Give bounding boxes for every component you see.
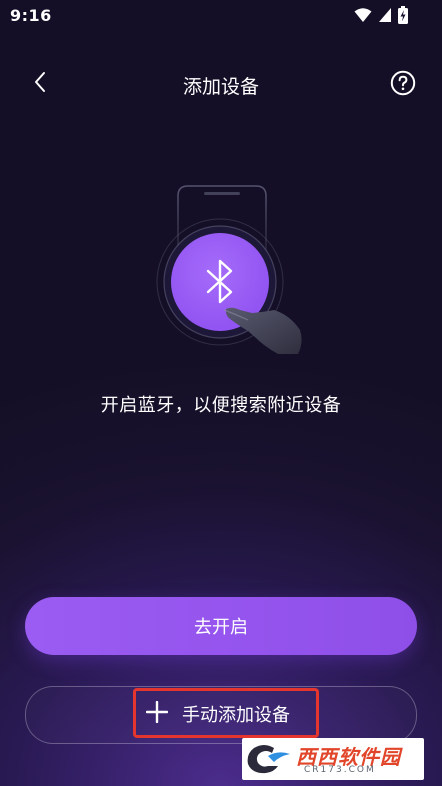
app-header: 添加设备 <box>0 62 442 106</box>
status-bar: 9:16 <box>0 0 442 34</box>
enable-bluetooth-button[interactable]: 去开启 <box>25 597 417 655</box>
plus-icon <box>145 700 169 728</box>
cellular-signal-icon <box>378 7 392 23</box>
help-button[interactable] <box>386 68 420 102</box>
battery-charging-icon <box>398 6 408 24</box>
status-time: 9:16 <box>10 6 52 25</box>
watermark-url: CR173.COM <box>304 765 376 775</box>
page-title: 添加设备 <box>182 76 259 98</box>
watermark-logo-icon <box>244 742 294 780</box>
watermark: 西西软件园 CR173.COM <box>242 738 424 780</box>
wifi-icon <box>354 7 372 23</box>
status-icons <box>354 6 408 24</box>
bluetooth-illustration <box>140 182 310 362</box>
bluetooth-hint-text: 开启蓝牙，以便搜索附近设备 <box>100 395 342 416</box>
manual-add-device-content: 手动添加设备 <box>145 700 290 728</box>
manual-add-device-label: 手动添加设备 <box>182 705 290 726</box>
question-circle-icon <box>390 70 416 100</box>
enable-bluetooth-label: 去开启 <box>194 617 248 638</box>
